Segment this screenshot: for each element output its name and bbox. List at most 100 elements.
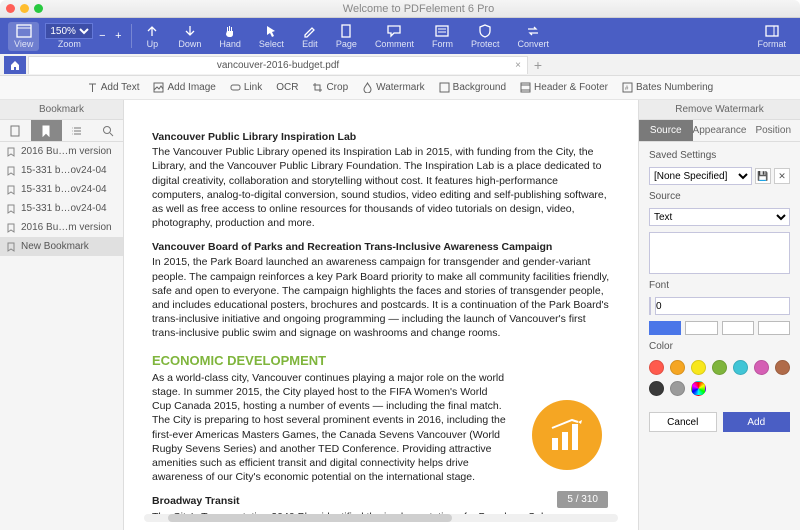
save-settings-button[interactable]: 💾 xyxy=(755,168,771,184)
bookmark-list: 2016 Bu…m version 15-331 b…ov24-04 15-33… xyxy=(0,142,123,530)
saved-settings-select[interactable]: [None Specified] xyxy=(649,167,752,185)
new-tab-button[interactable]: + xyxy=(528,57,548,73)
hand-button[interactable]: Hand xyxy=(213,22,247,51)
color-swatch[interactable] xyxy=(670,360,685,375)
bookmark-item[interactable]: New Bookmark xyxy=(0,237,123,256)
arrow-up-icon xyxy=(144,24,160,38)
tab-position[interactable]: Position xyxy=(746,120,800,141)
tab-bar: vancouver-2016-budget.pdf × + xyxy=(0,54,800,76)
doc-paragraph: In 2015, the Park Board launched an awar… xyxy=(152,255,610,340)
add-image-button[interactable]: Add Image xyxy=(153,82,215,93)
bates-button[interactable]: #Bates Numbering xyxy=(622,82,713,93)
bookmark-item[interactable]: 15-331 b…ov24-04 xyxy=(0,180,123,199)
convert-icon xyxy=(525,24,541,38)
comment-button[interactable]: Comment xyxy=(369,22,420,51)
color-swatch[interactable] xyxy=(649,381,664,396)
bookmark-item[interactable]: 2016 Bu…m version xyxy=(0,142,123,161)
bookmark-icon xyxy=(6,223,16,233)
align-right-button[interactable] xyxy=(722,321,754,335)
droplet-icon xyxy=(362,82,373,93)
add-text-button[interactable]: Add Text xyxy=(87,82,140,93)
source-label: Source xyxy=(649,191,790,202)
comment-icon xyxy=(386,24,402,38)
main-toolbar: View 150% Zoom − + Up Down Hand Select E… xyxy=(0,18,800,54)
header-footer-icon xyxy=(520,82,531,93)
crop-button[interactable]: Crop xyxy=(312,82,348,93)
align-left-button[interactable] xyxy=(649,321,681,335)
doc-paragraph: As a world-class city, Vancouver continu… xyxy=(152,371,509,484)
document-tab[interactable]: vancouver-2016-budget.pdf × xyxy=(28,56,528,74)
edit-toolbar: Add Text Add Image Link OCR Crop Waterma… xyxy=(0,76,800,100)
form-icon xyxy=(434,24,450,38)
font-select[interactable]: No Value xyxy=(649,297,651,315)
source-text-input[interactable] xyxy=(649,232,790,274)
protect-button[interactable]: Protect xyxy=(465,22,506,51)
sidebar-tab-thumbnails[interactable] xyxy=(0,120,31,141)
format-button[interactable]: Format xyxy=(751,22,792,51)
zoom-out-button[interactable]: − xyxy=(95,29,109,43)
zoom-select[interactable]: 150% xyxy=(45,23,93,39)
saved-settings-label: Saved Settings xyxy=(649,150,790,161)
ocr-button[interactable]: OCR xyxy=(276,82,298,93)
home-icon xyxy=(9,59,21,71)
background-button[interactable]: Background xyxy=(439,82,506,93)
align-justify-button[interactable] xyxy=(758,321,790,335)
doc-heading: Vancouver Board of Parks and Recreation … xyxy=(152,240,610,254)
close-window[interactable] xyxy=(6,4,15,13)
cancel-button[interactable]: Cancel xyxy=(649,412,717,432)
color-swatch[interactable] xyxy=(670,381,685,396)
panel-tabs: Source Appearance Position xyxy=(639,120,800,142)
page-icon xyxy=(338,24,354,38)
doc-paragraph: The Vancouver Public Library opened its … xyxy=(152,145,610,230)
add-button[interactable]: Add xyxy=(723,412,791,432)
edit-button[interactable]: Edit xyxy=(296,22,324,51)
bookmark-item[interactable]: 2016 Bu…m version xyxy=(0,218,123,237)
link-button[interactable]: Link xyxy=(230,82,262,93)
color-label: Color xyxy=(649,341,790,352)
tab-appearance[interactable]: Appearance xyxy=(693,120,747,141)
color-swatch[interactable] xyxy=(691,360,706,375)
form-button[interactable]: Form xyxy=(426,22,459,51)
sidebar-title: Bookmark xyxy=(0,100,123,120)
zoom-in-button[interactable]: + xyxy=(111,29,125,43)
color-swatch[interactable] xyxy=(691,381,706,396)
header-footer-button[interactable]: Header & Footer xyxy=(520,82,608,93)
convert-button[interactable]: Convert xyxy=(511,22,555,51)
home-tab[interactable] xyxy=(4,56,26,74)
align-center-button[interactable] xyxy=(685,321,717,335)
bookmark-icon xyxy=(6,204,16,214)
minimize-window[interactable] xyxy=(20,4,29,13)
maximize-window[interactable] xyxy=(34,4,43,13)
sidebar-tab-search[interactable] xyxy=(92,120,123,141)
select-button[interactable]: Select xyxy=(253,22,290,51)
bookmark-item[interactable]: 15-331 b…ov24-04 xyxy=(0,161,123,180)
color-swatch[interactable] xyxy=(754,360,769,375)
text-icon xyxy=(87,82,98,93)
watermark-button[interactable]: Watermark xyxy=(362,82,425,93)
horizontal-scrollbar[interactable] xyxy=(144,514,618,522)
close-tab-button[interactable]: × xyxy=(515,60,521,71)
panel-title: Remove Watermark xyxy=(639,100,800,120)
up-button[interactable]: Up xyxy=(138,22,166,51)
chart-badge xyxy=(532,400,602,470)
tab-source[interactable]: Source xyxy=(639,120,693,141)
font-label: Font xyxy=(649,280,790,291)
color-swatch[interactable] xyxy=(712,360,727,375)
page-button[interactable]: Page xyxy=(330,22,363,51)
delete-settings-button[interactable]: ✕ xyxy=(774,168,790,184)
color-swatch[interactable] xyxy=(775,360,790,375)
document-view[interactable]: Vancouver Public Library Inspiration Lab… xyxy=(124,100,638,530)
sidebar-tab-bookmarks[interactable] xyxy=(31,120,62,141)
scroll-thumb[interactable] xyxy=(168,514,452,522)
source-type-select[interactable]: Text xyxy=(649,208,790,226)
font-size-input[interactable] xyxy=(655,297,790,315)
window-controls xyxy=(6,4,43,13)
sidebar: Bookmark 2016 Bu…m version 15-331 b…ov24… xyxy=(0,100,124,530)
down-button[interactable]: Down xyxy=(172,22,207,51)
color-swatch[interactable] xyxy=(733,360,748,375)
color-swatch[interactable] xyxy=(649,360,664,375)
sidebar-tab-outline[interactable] xyxy=(62,120,93,141)
view-button[interactable]: View xyxy=(8,22,39,51)
bookmark-item[interactable]: 15-331 b…ov24-04 xyxy=(0,199,123,218)
edit-icon xyxy=(302,24,318,38)
